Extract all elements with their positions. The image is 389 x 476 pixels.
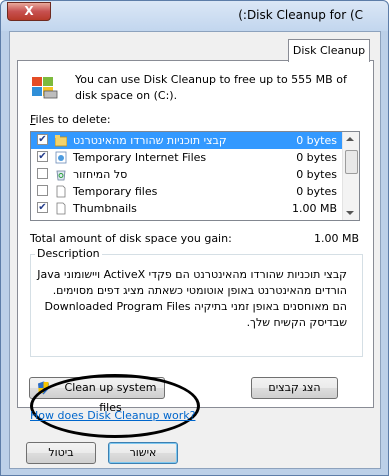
list-item-name: Thumbnails (73, 202, 137, 215)
list-item-name: Temporary files (73, 185, 158, 198)
tab-disk-cleanup[interactable]: Disk Cleanup (288, 39, 370, 62)
title-bar[interactable]: X (:Disk Cleanup for (C (1, 1, 388, 31)
checkbox[interactable]: ✔ (37, 151, 48, 162)
list-item-size: 1.00 MB (291, 202, 337, 215)
list-item[interactable]: Temporary files 0 bytes (31, 183, 343, 200)
file-icon (56, 185, 66, 198)
window-title: (:Disk Cleanup for (C (238, 8, 363, 22)
list-item-name: קבצי תוכניות שהורדו מהאינטרנט (73, 134, 227, 147)
list-item-size: 0 bytes (296, 185, 337, 198)
close-button[interactable]: X (7, 2, 51, 21)
list-item-size: 0 bytes (296, 168, 337, 181)
list-item-name: סל המיחזור (73, 168, 128, 181)
total-space-label: Total amount of disk space you gain: (30, 232, 232, 245)
file-icon (56, 202, 66, 215)
intro-text: You can use Disk Cleanup to free up to 5… (75, 73, 347, 102)
highlight-ellipse (30, 374, 200, 438)
list-item-name: Temporary Internet Files (73, 151, 207, 164)
help-link[interactable]: How does Disk Cleanup work? (30, 409, 195, 422)
list-item-size: 0 bytes (296, 134, 337, 147)
recycle-bin-icon (56, 170, 66, 181)
total-space-value: 1.00 MB (313, 232, 359, 245)
checkbox[interactable] (37, 168, 48, 179)
scroll-down-arrow-icon[interactable] (346, 211, 354, 215)
cancel-button[interactable]: ביטול (26, 442, 96, 464)
files-to-delete-label: Files to delete: (30, 113, 111, 126)
files-list[interactable]: ✔ קבצי תוכניות שהורדו מהאינטרנט 0 bytes … (30, 131, 360, 221)
list-item-size: 0 bytes (296, 151, 337, 164)
scroll-up-arrow-icon[interactable] (346, 137, 354, 141)
ok-button[interactable]: אישור (108, 442, 178, 464)
list-item[interactable]: ✔ Temporary Internet Files 0 bytes (31, 149, 343, 166)
list-scrollbar[interactable] (342, 132, 359, 220)
tab-content: You can use Disk Cleanup to free up to 5… (17, 60, 374, 414)
internet-files-icon (55, 151, 67, 164)
list-item[interactable]: ✔ קבצי תוכניות שהורדו מהאינטרנט 0 bytes (31, 132, 343, 149)
checkbox[interactable]: ✔ (37, 134, 48, 145)
dialog-body: Disk Cleanup You can use Disk Cleanup to… (9, 31, 381, 469)
list-item[interactable]: סל המיחזור 0 bytes (31, 166, 343, 183)
disk-cleanup-icon (32, 77, 58, 99)
list-item[interactable]: ✔ Thumbnails 1.00 MB (31, 200, 343, 217)
disk-cleanup-window: X (:Disk Cleanup for (C Disk Cleanup You… (0, 0, 389, 476)
description-text: קבצי תוכניות שהורדו מהאינטרנט הם פקדי Ac… (37, 268, 347, 329)
checkbox[interactable]: ✔ (37, 202, 48, 213)
description-group: Description קבצי תוכניות שהורדו מהאינטרנ… (30, 247, 363, 357)
view-files-button[interactable]: הצג קבצים (251, 377, 338, 399)
description-title: Description (35, 247, 102, 260)
checkbox[interactable] (37, 185, 48, 196)
folder-icon (55, 135, 67, 147)
scroll-thumb[interactable] (345, 150, 358, 174)
